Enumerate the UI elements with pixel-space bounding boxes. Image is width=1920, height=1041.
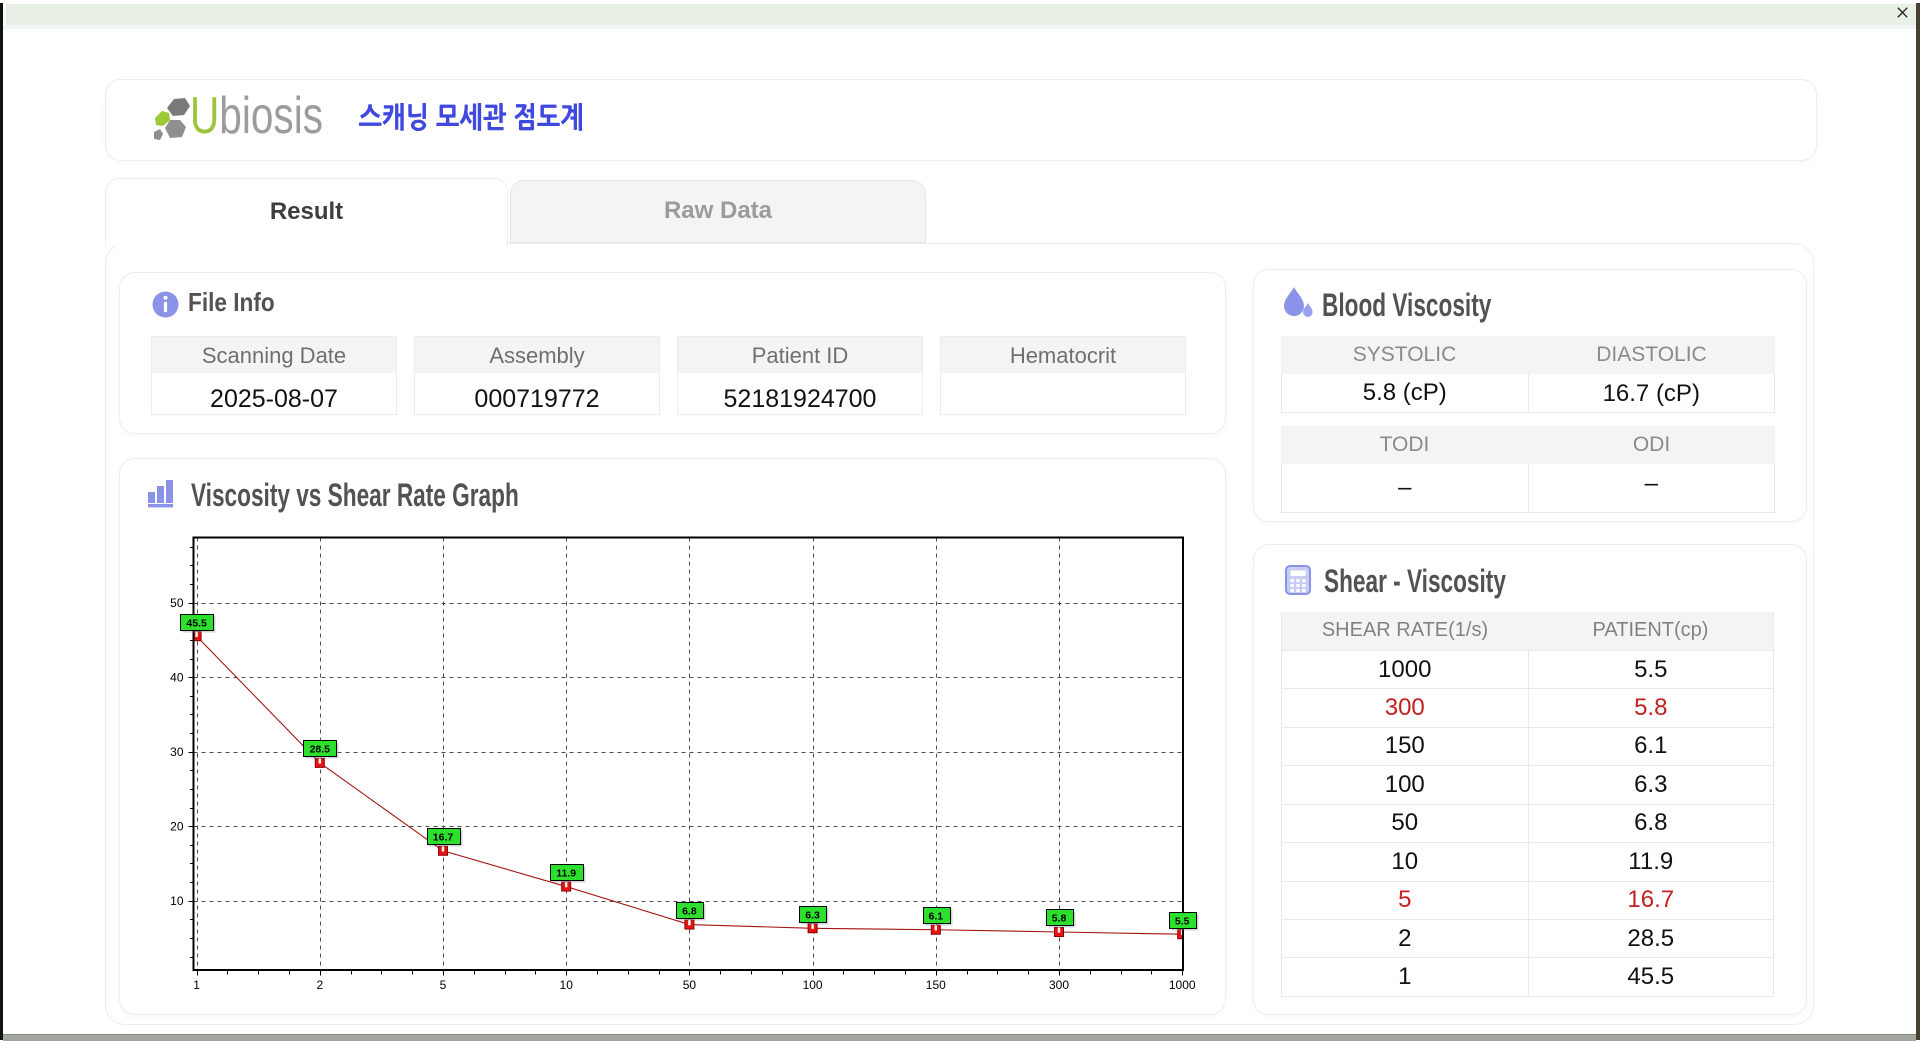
svg-text:20: 20 bbox=[170, 819, 184, 833]
svg-text:150: 150 bbox=[926, 978, 946, 992]
svg-text:6.3: 6.3 bbox=[805, 910, 820, 922]
svg-text:100: 100 bbox=[803, 978, 823, 992]
svg-text:5.8: 5.8 bbox=[1052, 913, 1067, 925]
svg-text:11.9: 11.9 bbox=[556, 868, 576, 880]
svg-text:30: 30 bbox=[170, 745, 184, 759]
svg-text:50: 50 bbox=[683, 978, 697, 992]
svg-text:40: 40 bbox=[170, 670, 184, 684]
svg-text:2: 2 bbox=[316, 978, 323, 992]
svg-text:16.7: 16.7 bbox=[433, 832, 454, 844]
svg-text:300: 300 bbox=[1049, 978, 1069, 992]
svg-text:50: 50 bbox=[170, 596, 184, 610]
svg-text:5: 5 bbox=[440, 978, 447, 992]
svg-text:5.5: 5.5 bbox=[1175, 916, 1190, 928]
svg-text:1000: 1000 bbox=[1169, 978, 1196, 992]
svg-text:6.8: 6.8 bbox=[682, 906, 697, 918]
svg-text:10: 10 bbox=[170, 894, 184, 908]
svg-text:10: 10 bbox=[560, 978, 574, 992]
svg-text:28.5: 28.5 bbox=[310, 744, 331, 756]
svg-text:1: 1 bbox=[193, 978, 200, 992]
svg-text:45.5: 45.5 bbox=[186, 618, 207, 630]
svg-text:6.1: 6.1 bbox=[928, 911, 943, 923]
